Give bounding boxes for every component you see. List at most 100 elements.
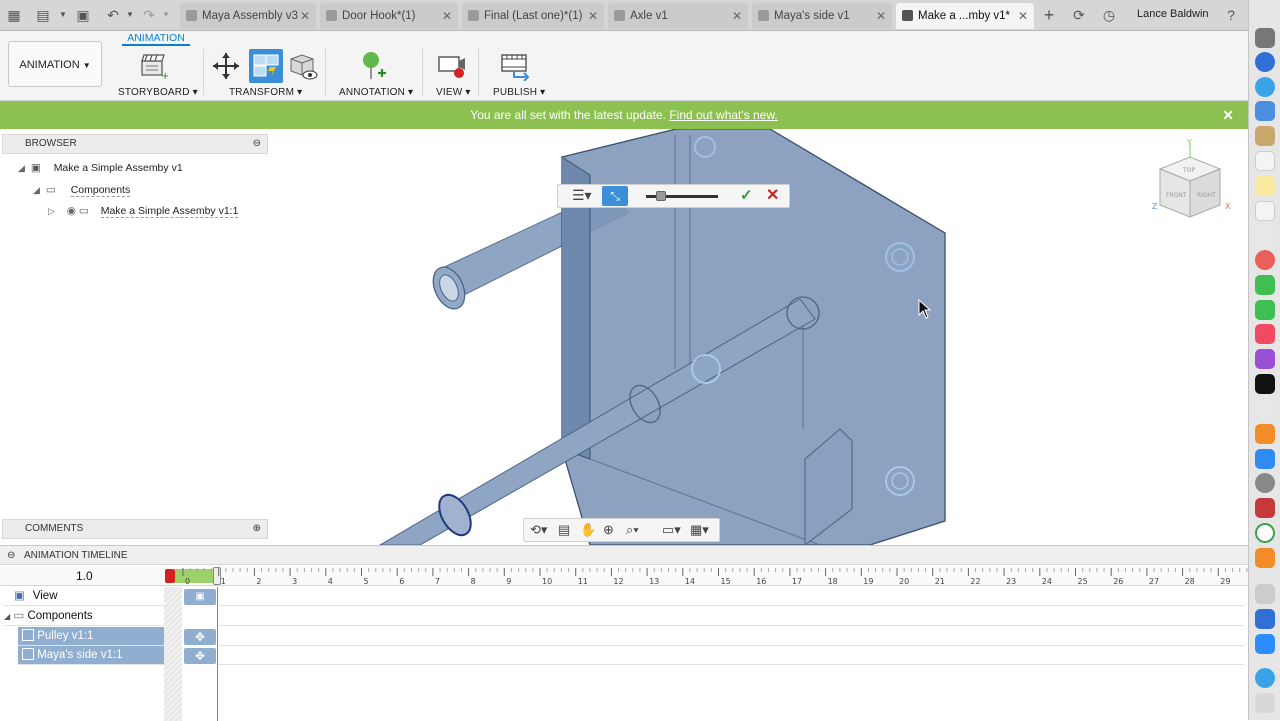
canvas-viewport[interactable]: BROWSER ⊖ ◢ ▣ Make a Simple Assemby v1 ◢… xyxy=(0,129,1248,545)
apple-tv-icon[interactable] xyxy=(1255,374,1275,394)
timeline-row-mayas-side[interactable]: Maya's side v1:1 xyxy=(18,646,164,665)
orbit-icon[interactable]: ⟲▾ xyxy=(530,522,547,538)
notes-icon[interactable] xyxy=(1255,176,1275,196)
quicktime-icon[interactable] xyxy=(1255,609,1275,629)
create-callout-icon[interactable] xyxy=(358,51,388,81)
help-icon[interactable]: ? xyxy=(1222,6,1240,24)
timeline-row-pulley[interactable]: Pulley v1:1 xyxy=(18,627,164,646)
pulley-keyframe[interactable]: ✥ xyxy=(184,629,216,645)
books-icon[interactable] xyxy=(1255,424,1275,444)
job-status-icon[interactable]: ⟳ xyxy=(1070,6,1088,24)
view-cube[interactable]: TOP FRONT RIGHT Y Z X xyxy=(1150,139,1240,229)
calendar-icon[interactable] xyxy=(1255,151,1275,171)
mayas-side-keyframe[interactable]: ✥ xyxy=(184,648,216,664)
music-icon[interactable] xyxy=(1255,324,1275,344)
close-icon[interactable]: ✕ xyxy=(1222,101,1234,129)
news-icon[interactable] xyxy=(1255,399,1275,419)
view-keyframe[interactable]: ▣ xyxy=(184,589,216,605)
undo-chevron-icon[interactable]: ▼ xyxy=(121,6,139,24)
track-view[interactable] xyxy=(218,587,1244,606)
collapse-panel-icon[interactable]: ⊖ xyxy=(253,135,261,153)
confirm-check-icon[interactable]: ✓ xyxy=(740,186,753,204)
expanded-triangle-icon[interactable]: ◢ xyxy=(4,612,10,621)
view-menu[interactable]: VIEW ▾ xyxy=(436,87,471,98)
grid-settings-icon[interactable]: ▦▾ xyxy=(690,522,709,538)
timeline-ruler[interactable]: 1.0 0 1 2 3 4 5 6 7 8 9 10 11 12 13 14 15 16 17 18 19 20 21 22… xyxy=(0,566,1248,586)
freeform-icon[interactable] xyxy=(1255,226,1275,246)
close-icon[interactable]: ✕ xyxy=(588,3,598,29)
transform-menu[interactable]: TRANSFORM ▾ xyxy=(229,87,302,98)
tab-axle[interactable]: Axle v1 ✕ xyxy=(608,3,748,29)
app-grid-icon[interactable]: ▦ xyxy=(5,6,23,24)
browser-root-node[interactable]: ◢ ▣ Make a Simple Assemby v1 xyxy=(18,162,183,174)
manual-explode-icon[interactable] xyxy=(288,51,318,81)
timeline-row-components[interactable]: ◢ ▭ Components xyxy=(4,607,164,626)
collapse-timeline-icon[interactable]: ⊖ xyxy=(7,546,15,565)
tab-mayas-side[interactable]: Maya's side v1 ✕ xyxy=(752,3,892,29)
record-view-icon[interactable] xyxy=(437,51,467,81)
timeline-header[interactable]: ⊖ ANIMATION TIMELINE xyxy=(0,546,1248,565)
screenshot-icon[interactable] xyxy=(1255,584,1275,604)
tab-final[interactable]: Final (Last one)*(1) ✕ xyxy=(462,3,604,29)
tab-make-a-simple-assembly[interactable]: Make a ...mby v1* ✕ xyxy=(896,3,1034,29)
storyboard-icon[interactable]: + xyxy=(138,51,168,81)
safari-icon[interactable] xyxy=(1255,52,1275,72)
redo-chevron-icon[interactable]: ▼ xyxy=(157,6,175,24)
file-menu-icon[interactable]: ▤ xyxy=(34,6,52,24)
undo-icon[interactable]: ↶ xyxy=(104,6,122,24)
zoom-app-icon[interactable] xyxy=(1255,634,1275,654)
whats-new-link[interactable]: Find out what's new. xyxy=(669,108,777,122)
podcasts-icon[interactable] xyxy=(1255,349,1275,369)
tab-maya-assembly[interactable]: Maya Assembly v3 ✕ xyxy=(180,3,316,29)
fusion-360-icon[interactable] xyxy=(1255,548,1275,568)
cancel-x-icon[interactable]: ✕ xyxy=(766,185,779,205)
close-icon[interactable]: ✕ xyxy=(876,3,886,29)
user-name[interactable]: Lance Baldwin xyxy=(1137,8,1209,20)
workspace-switcher[interactable]: ANIMATION ▼ xyxy=(8,41,102,87)
facetime-icon[interactable] xyxy=(1255,300,1275,320)
timeline-row-view[interactable]: ▣ View xyxy=(4,587,164,606)
menu-list-icon[interactable]: ☰▾ xyxy=(572,187,592,204)
publish-menu[interactable]: PUBLISH ▾ xyxy=(493,87,545,98)
redo-icon[interactable]: ↷ xyxy=(140,6,158,24)
messages-icon[interactable] xyxy=(1255,275,1275,295)
browser-component-node[interactable]: ▷ ◉ ▭ Make a Simple Assemby v1:1 xyxy=(48,205,239,218)
save-icon[interactable]: ▣ xyxy=(74,6,92,24)
ribbon-tab-animation[interactable]: ANIMATION xyxy=(122,32,190,46)
move-mode-icon[interactable]: ⤡ xyxy=(602,186,628,206)
auto-explode-icon[interactable] xyxy=(249,49,283,83)
track-components[interactable] xyxy=(218,607,1244,626)
new-tab-icon[interactable]: + xyxy=(1040,6,1058,24)
contacts-icon[interactable] xyxy=(1255,126,1275,146)
system-settings-icon[interactable] xyxy=(1255,473,1275,493)
rocket-app-icon[interactable] xyxy=(1255,28,1275,48)
transform-components-icon[interactable] xyxy=(211,51,241,81)
clock-icon[interactable]: ◷ xyxy=(1100,6,1118,24)
close-icon[interactable]: ✕ xyxy=(300,3,310,29)
look-at-icon[interactable]: ▤ xyxy=(558,522,570,538)
storyboard-menu[interactable]: STORYBOARD ▾ xyxy=(118,87,198,98)
reminders-icon[interactable] xyxy=(1255,201,1275,221)
close-icon[interactable]: ✕ xyxy=(442,3,452,29)
display-settings-icon[interactable]: ▭▾ xyxy=(662,522,681,538)
photos-icon[interactable] xyxy=(1255,250,1275,270)
annotation-menu[interactable]: ANNOTATION ▾ xyxy=(339,87,413,98)
comments-panel-header[interactable]: COMMENTS ⊕ xyxy=(2,519,268,539)
expanded-triangle-icon[interactable]: ◢ xyxy=(33,185,43,196)
close-icon[interactable]: ✕ xyxy=(732,3,742,29)
expanded-triangle-icon[interactable]: ◢ xyxy=(18,163,28,174)
slider-handle[interactable] xyxy=(656,191,666,201)
app-store-icon[interactable] xyxy=(1255,449,1275,469)
photo-booth-icon[interactable] xyxy=(1255,498,1275,518)
compass-icon[interactable] xyxy=(1255,77,1275,97)
trash-icon[interactable] xyxy=(1255,693,1275,713)
fit-icon[interactable]: ⌕▾ xyxy=(626,522,639,538)
tab-door-hook[interactable]: Door Hook*(1) ✕ xyxy=(320,3,458,29)
track-pulley[interactable] xyxy=(218,627,1244,646)
visibility-eye-icon[interactable]: ◉ xyxy=(67,205,76,217)
file-menu-chevron-icon[interactable]: ▼ xyxy=(54,6,72,24)
preview-icon[interactable] xyxy=(1255,101,1275,121)
downloads-icon[interactable] xyxy=(1255,668,1275,688)
zoom-icon[interactable]: ⊕ xyxy=(603,522,614,538)
pan-hand-icon[interactable]: ✋ xyxy=(580,522,596,538)
